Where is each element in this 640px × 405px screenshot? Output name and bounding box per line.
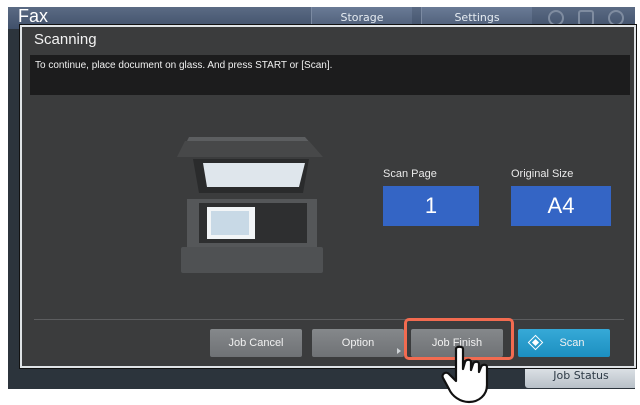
original-size-label: Original Size (511, 168, 574, 180)
app-title: Fax (18, 7, 49, 26)
original-size-value: A4 (511, 186, 611, 226)
pointing-hand-icon (441, 345, 489, 404)
scanning-dialog: Scanning To continue, place document on … (20, 25, 636, 368)
dialog-title: Scanning (34, 31, 97, 48)
job-cancel-button[interactable]: Job Cancel (210, 329, 302, 357)
scanner-icon (177, 137, 323, 273)
help-icon[interactable] (608, 10, 624, 26)
submenu-arrow-icon (397, 348, 401, 354)
divider (34, 319, 624, 320)
message-bar: To continue, place document on glass. An… (30, 55, 630, 95)
option-label: Option (341, 337, 375, 349)
scan-button[interactable]: Scan (518, 329, 610, 357)
scan-diamond-icon (527, 334, 544, 351)
lock-icon[interactable] (578, 10, 594, 26)
scan-page-value: 1 (383, 186, 479, 226)
home-icon[interactable] (548, 10, 564, 26)
job-cancel-label: Job Cancel (228, 337, 284, 349)
option-button[interactable]: Option (312, 329, 404, 357)
scan-label: Scan (559, 337, 585, 349)
instruction-message: To continue, place document on glass. An… (35, 60, 333, 71)
scan-page-label: Scan Page (383, 168, 437, 180)
